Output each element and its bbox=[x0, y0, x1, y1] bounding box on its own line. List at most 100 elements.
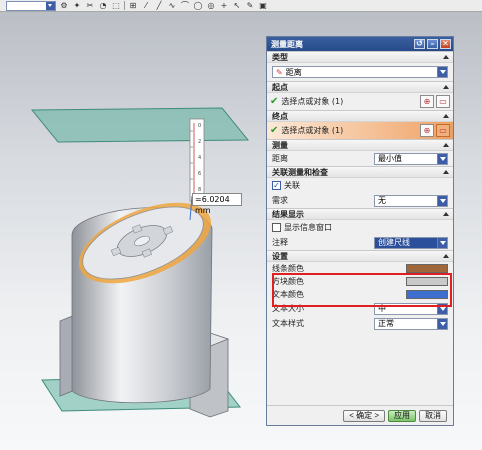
section-type-header[interactable]: 类型 bbox=[267, 51, 453, 63]
line-icon[interactable]: ⁄ bbox=[141, 1, 151, 11]
curve-icon[interactable]: ∿ bbox=[167, 1, 177, 11]
text-style-row: 文本样式 正常 bbox=[267, 316, 453, 331]
select-box-icon[interactable]: ⬚ bbox=[111, 1, 121, 11]
distance-select[interactable]: 最小值 bbox=[374, 152, 448, 165]
results-highlight-box bbox=[272, 273, 452, 307]
assoc-checkbox[interactable]: ✓ bbox=[272, 181, 281, 190]
section-measure-header[interactable]: 测量 bbox=[267, 139, 453, 151]
ruler-tick-6: 6 bbox=[198, 171, 201, 177]
diagonal-line-icon[interactable]: ╱ bbox=[154, 1, 164, 11]
main-toolbar: ⚙ ✦ ✂ ◔ ⬚ ⊞ ⁄ ╱ ∿ ⌒ ◯ ◎ + ↖ ✎ ▣ bbox=[0, 0, 482, 12]
snap-point-icon[interactable]: ✦ bbox=[72, 1, 82, 11]
grid-icon[interactable]: ⊞ bbox=[128, 1, 138, 11]
distance-label: 距离 bbox=[272, 154, 288, 163]
chevron-down-icon[interactable] bbox=[437, 237, 447, 248]
end-point-picker[interactable]: ✔ 选择点或对象 (1) ⊕ ▭ bbox=[267, 122, 453, 139]
collapse-icon[interactable] bbox=[443, 85, 449, 89]
reference-plane-top bbox=[30, 107, 250, 143]
dialog-title: 测量距离 bbox=[271, 39, 303, 49]
section-settings-header[interactable]: 设置 bbox=[267, 250, 453, 262]
requirement-select-value: 无 bbox=[378, 196, 386, 205]
minimize-icon[interactable]: – bbox=[427, 39, 438, 49]
section-results-header[interactable]: 结果显示 bbox=[267, 208, 453, 220]
chevron-down-icon[interactable] bbox=[437, 318, 447, 329]
requirement-row: 需求 无 bbox=[267, 193, 453, 208]
section-results-title: 结果显示 bbox=[272, 209, 304, 219]
collapse-icon[interactable] bbox=[443, 114, 449, 118]
requirement-label: 需求 bbox=[272, 196, 288, 205]
section-end-title: 终点 bbox=[272, 111, 288, 121]
distance-row: 距离 最小值 bbox=[267, 151, 453, 166]
section-assoc-title: 关联测量和检查 bbox=[272, 167, 328, 177]
requirement-select[interactable]: 无 bbox=[374, 194, 448, 207]
dialog-titlebar[interactable]: 测量距离 ↺ – ✕ bbox=[267, 37, 453, 51]
text-style-select-value: 正常 bbox=[378, 319, 394, 328]
collapse-icon[interactable] bbox=[443, 254, 449, 258]
dialog-button-bar: < 确定 > 应用 取消 bbox=[267, 405, 453, 425]
section-settings-title: 设置 bbox=[272, 251, 288, 261]
measurement-value-label: =6.0204 mm bbox=[192, 193, 242, 215]
plus-icon[interactable]: + bbox=[219, 1, 229, 11]
collapse-icon[interactable] bbox=[443, 212, 449, 216]
reset-icon[interactable]: ↺ bbox=[414, 39, 425, 49]
assoc-checkbox-label: 关联 bbox=[284, 181, 300, 190]
point-dialog-icon[interactable]: ⊕ bbox=[420, 95, 434, 108]
type-select-value: 距离 bbox=[285, 67, 302, 77]
ruler-tick-4: 4 bbox=[198, 155, 201, 161]
distance-tool-icon: ✎ bbox=[276, 67, 283, 77]
cursor-icon[interactable]: ↖ bbox=[232, 1, 242, 11]
section-end-header[interactable]: 终点 bbox=[267, 110, 453, 122]
point-constructor-icon[interactable]: ▭ bbox=[436, 124, 450, 137]
close-icon[interactable]: ✕ bbox=[440, 39, 451, 49]
collapse-icon[interactable] bbox=[443, 143, 449, 147]
annotation-select[interactable]: 创建尺线 bbox=[374, 236, 448, 249]
point-dialog-icon[interactable]: ⊕ bbox=[420, 124, 434, 137]
section-assoc-header[interactable]: 关联测量和检查 bbox=[267, 166, 453, 178]
text-style-select[interactable]: 正常 bbox=[374, 317, 448, 330]
annotation-row: 注释 创建尺线 bbox=[267, 235, 453, 250]
show-info-checkbox[interactable] bbox=[272, 223, 281, 232]
type-select[interactable]: ✎ 距离 bbox=[272, 66, 448, 78]
point-constructor-icon[interactable]: ▭ bbox=[436, 95, 450, 108]
toolbar-divider bbox=[124, 1, 125, 10]
end-pick-label: 选择点或对象 (1) bbox=[281, 126, 344, 135]
scissors-icon[interactable]: ✂ bbox=[85, 1, 95, 11]
show-info-row: 显示信息窗口 bbox=[267, 220, 453, 235]
arc-icon[interactable]: ⌒ bbox=[180, 1, 190, 11]
selection-filter-dropdown[interactable] bbox=[6, 0, 56, 11]
assoc-checkbox-row: ✓ 关联 bbox=[267, 178, 453, 193]
graphics-viewport[interactable]: 0 2 4 6 8 bbox=[0, 13, 262, 450]
ruler-tick-2: 2 bbox=[198, 139, 201, 145]
measurement-ruler: 0 2 4 6 8 bbox=[189, 118, 205, 202]
distance-select-value: 最小值 bbox=[378, 154, 402, 163]
view-orient-icon[interactable]: ◔ bbox=[98, 1, 108, 11]
section-type-title: 类型 bbox=[272, 52, 288, 62]
checkmark-icon: ✔ bbox=[270, 96, 279, 107]
start-point-picker[interactable]: ✔ 选择点或对象 (1) ⊕ ▭ bbox=[267, 93, 453, 110]
text-style-label: 文本样式 bbox=[272, 319, 304, 328]
section-measure-title: 测量 bbox=[272, 140, 288, 150]
apply-button[interactable]: 应用 bbox=[388, 409, 416, 422]
circle-center-icon[interactable]: ◎ bbox=[206, 1, 216, 11]
line-color-swatch[interactable] bbox=[406, 264, 448, 273]
collapse-icon[interactable] bbox=[443, 170, 449, 174]
collapse-icon[interactable] bbox=[443, 55, 449, 59]
chevron-down-icon[interactable] bbox=[46, 1, 55, 10]
gear-icon[interactable]: ⚙ bbox=[59, 1, 69, 11]
start-pick-label: 选择点或对象 (1) bbox=[281, 97, 344, 106]
section-start-header[interactable]: 起点 bbox=[267, 81, 453, 93]
measure-distance-dialog: 测量距离 ↺ – ✕ 类型 ✎ 距离 起点 ✔ 选择点或对象 (1) ⊕ ▭ 终… bbox=[266, 36, 454, 426]
annotation-select-value: 创建尺线 bbox=[378, 238, 410, 247]
chevron-down-icon[interactable] bbox=[437, 67, 447, 77]
ok-button[interactable]: < 确定 > bbox=[343, 409, 385, 422]
checkmark-icon: ✔ bbox=[270, 125, 279, 136]
chevron-down-icon[interactable] bbox=[437, 195, 447, 206]
pencil-icon[interactable]: ✎ bbox=[245, 1, 255, 11]
ruler-tick-0: 0 bbox=[198, 123, 201, 129]
circle-icon[interactable]: ◯ bbox=[193, 1, 203, 11]
annotation-label: 注释 bbox=[272, 238, 288, 247]
section-start-title: 起点 bbox=[272, 82, 288, 92]
cube-icon[interactable]: ▣ bbox=[258, 1, 268, 11]
chevron-down-icon[interactable] bbox=[437, 153, 447, 164]
cancel-button[interactable]: 取消 bbox=[419, 409, 447, 422]
